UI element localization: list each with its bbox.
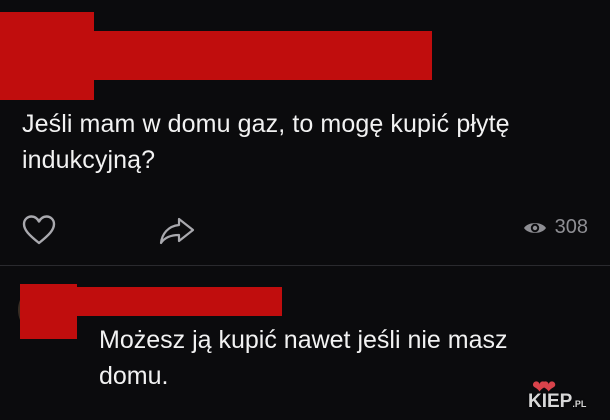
watermark-brand: KIEP.PL — [528, 392, 586, 414]
view-count-value: 308 — [554, 216, 588, 238]
watermark-brand-text: KIEP — [528, 391, 573, 412]
divider — [0, 265, 610, 266]
comment-text: Możesz ją kupić nawet jeśli nie masz dom… — [99, 326, 508, 390]
redacted-avatar — [0, 12, 94, 100]
redacted-commenter-name — [77, 287, 282, 316]
redacted-commenter-avatar — [20, 284, 77, 339]
like-button[interactable] — [21, 214, 57, 248]
share-button[interactable] — [158, 216, 196, 246]
eye-icon — [523, 222, 546, 233]
redacted-username — [94, 31, 432, 80]
post-text: Jeśli mam w domu gaz, to mogę kupić płyt… — [22, 110, 510, 174]
watermark-logo: ❤❤ KIEP.PL — [528, 378, 600, 414]
watermark-suffix: .PL — [572, 399, 587, 409]
heart-icon — [22, 215, 56, 245]
share-icon — [159, 217, 195, 245]
view-count: 308 — [523, 216, 588, 239]
